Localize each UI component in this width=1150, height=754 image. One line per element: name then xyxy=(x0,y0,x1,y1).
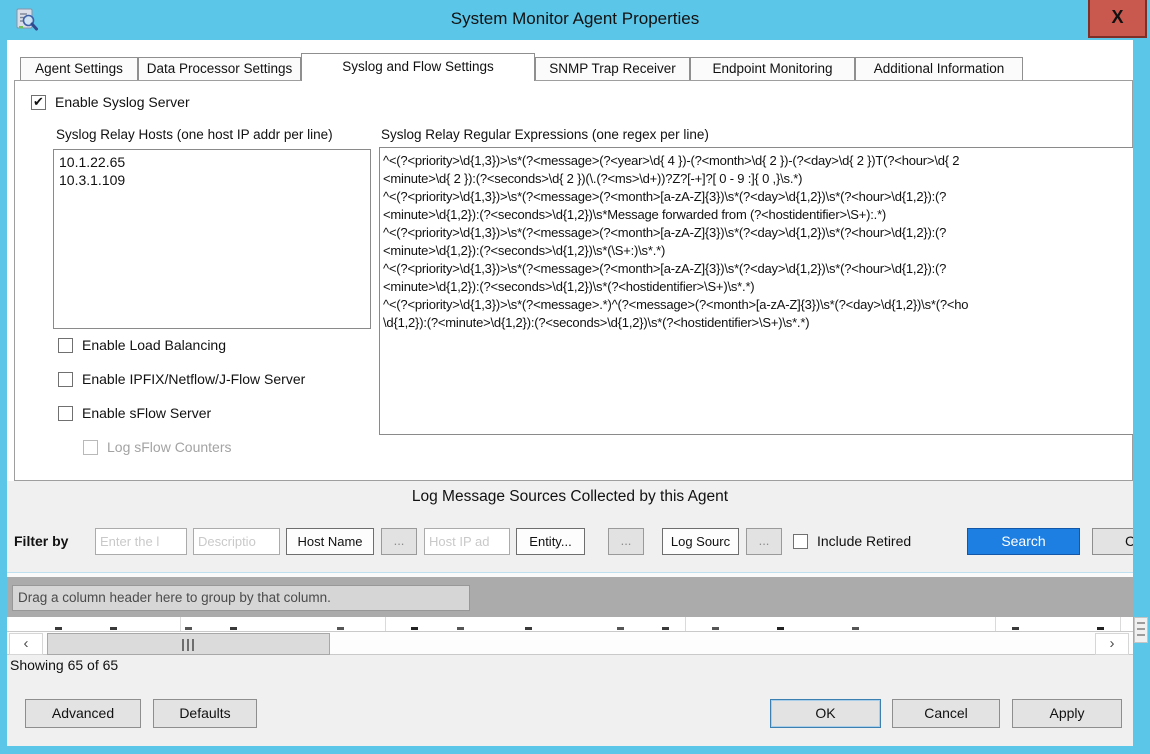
column-separator xyxy=(685,617,686,631)
vertical-scrollbar-grip[interactable] xyxy=(1134,617,1148,643)
checkbox-disabled-icon xyxy=(83,440,98,455)
name-filter-input[interactable] xyxy=(95,528,187,555)
column-separator xyxy=(180,617,181,631)
cancel-button[interactable]: Cancel xyxy=(892,699,1000,728)
relay-regex-label: Syslog Relay Regular Expressions (one re… xyxy=(381,127,709,142)
apply-button[interactable]: Apply xyxy=(1012,699,1122,728)
tab-data-processor-settings[interactable]: Data Processor Settings xyxy=(138,57,301,81)
log-sources-heading: Log Message Sources Collected by this Ag… xyxy=(7,488,1133,506)
advanced-button[interactable]: Advanced xyxy=(25,699,141,728)
column-separator xyxy=(995,617,996,631)
window-title: System Monitor Agent Properties xyxy=(0,9,1150,29)
checkbox-unchecked-icon xyxy=(58,338,73,353)
enable-load-balancing-checkbox[interactable]: Enable Load Balancing xyxy=(58,337,226,353)
search-button[interactable]: Search xyxy=(967,528,1080,555)
tab-snmp-trap-receiver[interactable]: SNMP Trap Receiver xyxy=(535,57,690,81)
regex-line: <minute>\d{1,2}):(?<seconds>\d{1,2})\s*M… xyxy=(383,206,1133,224)
column-separator xyxy=(1120,617,1121,631)
clipped-header-text xyxy=(55,627,62,630)
enable-load-balancing-label: Enable Load Balancing xyxy=(82,337,226,353)
regex-line: ^<(?<priority>\d{1,3})>\s*(?<message>(?<… xyxy=(383,152,1133,170)
regex-line: ^<(?<priority>\d{1,3})>\s*(?<message>(?<… xyxy=(383,188,1133,206)
entity-browse-button[interactable]: ... xyxy=(608,528,644,555)
thumb-grip-icon xyxy=(182,639,195,651)
enable-ipfix-checkbox[interactable]: Enable IPFIX/Netflow/J-Flow Server xyxy=(58,371,305,387)
log-sflow-counters-label: Log sFlow Counters xyxy=(107,439,232,455)
ok-button[interactable]: OK xyxy=(770,699,881,728)
filter-by-label: Filter by xyxy=(14,533,68,549)
title-bar: System Monitor Agent Properties X xyxy=(0,0,1150,40)
enable-sflow-label: Enable sFlow Server xyxy=(82,405,211,421)
relay-regex-textbox[interactable]: ^<(?<priority>\d{1,3})>\s*(?<message>(?<… xyxy=(379,147,1133,435)
group-by-hint: Drag a column header here to group by th… xyxy=(12,585,470,611)
relay-host-item: 10.3.1.109 xyxy=(59,171,370,189)
regex-line: \d{1,2}):(?<minute>\d{1,2}):(?<seconds>\… xyxy=(383,314,1133,332)
clear-button[interactable]: C xyxy=(1092,528,1133,555)
scrollbar-thumb[interactable] xyxy=(47,633,330,655)
tab-additional-information[interactable]: Additional Information xyxy=(855,57,1023,81)
host-ip-filter-input[interactable] xyxy=(424,528,510,555)
tab-agent-settings[interactable]: Agent Settings xyxy=(20,57,138,81)
checkbox-unchecked-icon xyxy=(58,406,73,421)
checkbox-unchecked-icon xyxy=(793,534,808,549)
showing-status: Showing 65 of 65 xyxy=(10,657,118,673)
include-retired-label: Include Retired xyxy=(817,533,911,549)
clipped-column-header-row xyxy=(7,617,1133,631)
checkbox-unchecked-icon xyxy=(58,372,73,387)
log-source-browse-button[interactable]: ... xyxy=(746,528,782,555)
close-button[interactable]: X xyxy=(1088,0,1147,38)
regex-line: ^<(?<priority>\d{1,3})>\s*(?<message>(?<… xyxy=(383,224,1133,242)
enable-syslog-server-label: Enable Syslog Server xyxy=(55,94,190,110)
defaults-button[interactable]: Defaults xyxy=(153,699,257,728)
scroll-left-arrow-icon[interactable]: ‹ xyxy=(9,633,43,655)
include-retired-checkbox[interactable]: Include Retired xyxy=(793,533,911,549)
enable-sflow-checkbox[interactable]: Enable sFlow Server xyxy=(58,405,211,421)
relay-hosts-listbox[interactable]: 10.1.22.65 10.3.1.109 xyxy=(53,149,371,329)
enable-ipfix-label: Enable IPFIX/Netflow/J-Flow Server xyxy=(82,371,305,387)
log-source-button[interactable]: Log Sourc xyxy=(662,528,739,555)
scroll-right-arrow-icon[interactable]: › xyxy=(1095,633,1129,655)
syslog-flow-settings-page: Enable Syslog Server Syslog Relay Hosts … xyxy=(14,80,1133,481)
host-name-button[interactable]: Host Name xyxy=(286,528,374,555)
regex-line: <minute>\d{ 2 }):(?<seconds>\d{ 2 })(\.(… xyxy=(383,170,1133,188)
relay-hosts-label: Syslog Relay Hosts (one host IP addr per… xyxy=(56,127,333,142)
relay-host-item: 10.1.22.65 xyxy=(59,153,370,171)
tab-endpoint-monitoring[interactable]: Endpoint Monitoring xyxy=(690,57,855,81)
host-name-browse-button[interactable]: ... xyxy=(381,528,417,555)
dialog-client-area: Agent Settings Data Processor Settings S… xyxy=(7,40,1133,746)
column-separator xyxy=(385,617,386,631)
description-filter-input[interactable] xyxy=(193,528,280,555)
checkbox-checked-icon xyxy=(31,95,46,110)
regex-line: ^<(?<priority>\d{1,3})>\s*(?<message>.*)… xyxy=(383,296,1133,314)
grid-group-band: Drag a column header here to group by th… xyxy=(7,577,1133,617)
horizontal-scrollbar[interactable]: ‹ › xyxy=(7,631,1133,655)
regex-line: <minute>\d{1,2}):(?<seconds>\d{1,2})\s*(… xyxy=(383,278,1133,296)
regex-line: ^<(?<priority>\d{1,3})>\s*(?<message>(?<… xyxy=(383,260,1133,278)
tab-syslog-and-flow-settings[interactable]: Syslog and Flow Settings xyxy=(301,53,535,81)
log-sflow-counters-checkbox: Log sFlow Counters xyxy=(83,439,232,455)
entity-button[interactable]: Entity... xyxy=(516,528,585,555)
enable-syslog-server-checkbox[interactable]: Enable Syslog Server xyxy=(31,94,190,110)
regex-line: <minute>\d{1,2}):(?<seconds>\d{1,2})\s*(… xyxy=(383,242,1133,260)
